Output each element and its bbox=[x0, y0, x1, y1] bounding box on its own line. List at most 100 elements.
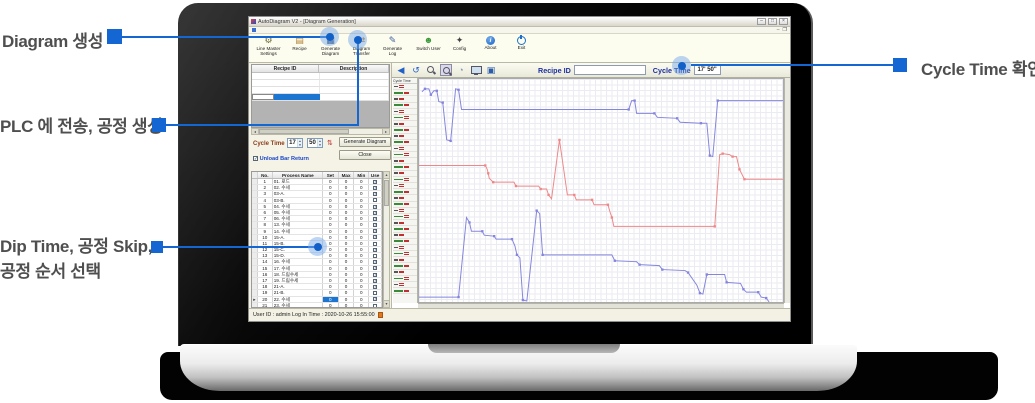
use-checkbox[interactable]: ✓ bbox=[369, 278, 382, 283]
use-checkbox[interactable]: ✓ bbox=[369, 284, 382, 289]
checked-checkbox-icon[interactable]: ✓ bbox=[373, 260, 377, 264]
checked-checkbox-icon[interactable]: ✓ bbox=[373, 229, 377, 233]
use-checkbox[interactable]: ✓ bbox=[369, 179, 382, 184]
checked-checkbox-icon[interactable]: ✓ bbox=[373, 217, 377, 221]
recipe-hscrollbar[interactable]: ◂ ▸ bbox=[251, 128, 390, 135]
process-cell: 0 bbox=[339, 191, 355, 196]
unchecked-checkbox-icon[interactable] bbox=[373, 304, 377, 308]
cycle-seconds-value[interactable]: 50 bbox=[308, 139, 317, 147]
cycle-minutes-value[interactable]: 17 bbox=[288, 139, 297, 147]
use-checkbox[interactable]: ✓ bbox=[369, 272, 382, 277]
checked-checkbox-icon[interactable]: ✓ bbox=[373, 211, 377, 215]
undo-icon[interactable]: ↺ bbox=[410, 64, 422, 76]
mdi-minimize-button[interactable]: – bbox=[777, 27, 780, 33]
recipe-selected-cell[interactable] bbox=[274, 94, 320, 100]
unload-bar-return-checkbox[interactable]: ✓ Unload Bar Return bbox=[253, 156, 309, 162]
scroll-up-icon[interactable]: ▴ bbox=[384, 172, 389, 179]
toolbar-generate-log-button[interactable]: ✎GenerateLog bbox=[377, 35, 408, 62]
use-checkbox[interactable]: ✓ bbox=[369, 229, 382, 234]
refresh-icon[interactable]: ⇅ bbox=[327, 139, 333, 147]
checked-checkbox-icon[interactable]: ✓ bbox=[373, 266, 377, 270]
close-dialog-button[interactable]: Close bbox=[339, 150, 391, 160]
use-checkbox[interactable] bbox=[369, 198, 382, 203]
use-checkbox[interactable]: ✓ bbox=[369, 266, 382, 271]
unchecked-checkbox-icon[interactable] bbox=[373, 291, 377, 295]
recipe-table-row[interactable] bbox=[252, 80, 389, 87]
monitor-icon[interactable] bbox=[470, 64, 482, 76]
process-vscrollbar[interactable]: ▴ ▾ bbox=[383, 171, 390, 308]
recipe-edit-cell[interactable] bbox=[252, 94, 274, 100]
checked-checkbox-icon[interactable]: ✓ bbox=[373, 180, 377, 184]
toolbar-switch-user-button[interactable]: ☻Switch User bbox=[413, 35, 444, 62]
checked-checkbox-icon[interactable]: ✓ bbox=[373, 192, 377, 196]
use-checkbox[interactable]: ✓ bbox=[369, 235, 382, 240]
checked-checkbox-icon[interactable]: ✓ bbox=[373, 205, 377, 209]
toolbar-button-label: Transfer bbox=[353, 51, 370, 56]
toolbar-recipe-button[interactable]: ▤Recipe bbox=[284, 35, 315, 62]
recipe-table[interactable]: Recipe ID Description bbox=[251, 64, 390, 128]
recipe-table-row[interactable] bbox=[252, 73, 389, 80]
process-cell: 0 bbox=[354, 222, 369, 227]
process-cell: 0 bbox=[354, 247, 369, 252]
scroll-left-icon[interactable]: ◂ bbox=[252, 129, 259, 134]
pie-view-icon[interactable]: ◔ bbox=[455, 64, 467, 76]
use-checkbox[interactable]: ✓ bbox=[369, 210, 382, 215]
use-checkbox[interactable]: ✓ bbox=[369, 297, 382, 302]
checked-checkbox-icon[interactable]: ✓ bbox=[373, 279, 377, 283]
recipe-id-input[interactable] bbox=[574, 65, 646, 75]
data-point-marker bbox=[706, 273, 708, 275]
unchecked-checkbox-icon[interactable] bbox=[373, 198, 377, 202]
use-checkbox[interactable]: ✓ bbox=[369, 216, 382, 221]
cycle-seconds-spinner[interactable]: 50 ▲▼ bbox=[307, 138, 323, 148]
spin-down-icon[interactable]: ▼ bbox=[298, 143, 302, 147]
checked-checkbox-icon[interactable]: ✓ bbox=[373, 186, 377, 190]
use-checkbox[interactable] bbox=[369, 253, 382, 258]
chart-vscrollbar[interactable] bbox=[784, 78, 790, 303]
process-cell: 0 bbox=[339, 253, 355, 258]
toolbar-about-button[interactable]: iAbout bbox=[475, 35, 506, 62]
scrollbar-thumb[interactable] bbox=[384, 180, 389, 206]
close-button[interactable]: × bbox=[779, 18, 788, 25]
checked-checkbox-icon[interactable]: ✓ bbox=[373, 273, 377, 277]
use-checkbox[interactable]: ✓ bbox=[369, 222, 382, 227]
unchecked-checkbox-icon[interactable] bbox=[373, 254, 377, 258]
use-checkbox[interactable]: ✓ bbox=[369, 247, 382, 252]
checked-checkbox-icon[interactable]: ✓ bbox=[373, 297, 377, 301]
generate-diagram-button[interactable]: Generate Diagram bbox=[339, 137, 391, 147]
maximize-button[interactable]: □ bbox=[768, 18, 777, 25]
back-arrow-icon[interactable]: ◀ bbox=[395, 64, 407, 76]
diagram-chart[interactable] bbox=[418, 78, 784, 303]
checked-checkbox-icon[interactable]: ✓ bbox=[373, 235, 377, 239]
checked-checkbox-icon[interactable]: ✓ bbox=[373, 248, 377, 252]
cycle-minutes-spinner[interactable]: 17 ▲▼ bbox=[287, 138, 303, 148]
scroll-down-icon[interactable]: ▾ bbox=[384, 300, 389, 307]
use-checkbox[interactable] bbox=[369, 241, 382, 246]
zoom-select-icon[interactable] bbox=[440, 64, 452, 76]
use-checkbox[interactable]: ✓ bbox=[369, 185, 382, 190]
use-checkbox[interactable]: ✓ bbox=[369, 191, 382, 196]
scroll-right-icon[interactable]: ▸ bbox=[382, 129, 389, 134]
scrollbar-thumb[interactable] bbox=[259, 129, 349, 134]
save-icon[interactable]: ▣ bbox=[485, 64, 497, 76]
recipe-table-row[interactable] bbox=[252, 94, 389, 101]
use-checkbox[interactable] bbox=[369, 290, 382, 295]
minimize-button[interactable]: – bbox=[757, 18, 766, 25]
process-time-strip[interactable]: Cycle Time bbox=[393, 78, 418, 303]
use-checkbox[interactable]: ✓ bbox=[369, 259, 382, 264]
toolbar-config-button[interactable]: ✦Config bbox=[444, 35, 475, 62]
checked-checkbox-icon[interactable]: ✓ bbox=[373, 223, 377, 227]
mdi-restore-button[interactable]: ❐ bbox=[783, 27, 787, 33]
zoom-out-icon[interactable] bbox=[425, 64, 437, 76]
toolbar-button-label: Switch User bbox=[416, 46, 441, 51]
checkbox-icon[interactable]: ✓ bbox=[253, 156, 258, 161]
data-point-marker bbox=[541, 254, 543, 256]
spin-down-icon[interactable]: ▼ bbox=[318, 143, 322, 147]
unchecked-checkbox-icon[interactable] bbox=[373, 242, 377, 246]
recipe-table-row[interactable] bbox=[252, 87, 389, 94]
strip-mark bbox=[394, 203, 403, 205]
strip-mark bbox=[404, 277, 409, 279]
checked-checkbox-icon[interactable]: ✓ bbox=[373, 285, 377, 289]
toolbar-line-master-settings-button[interactable]: ⚙Line MasterSettings bbox=[253, 35, 284, 62]
toolbar-exit-button[interactable]: Exit bbox=[506, 35, 537, 62]
use-checkbox[interactable]: ✓ bbox=[369, 204, 382, 209]
